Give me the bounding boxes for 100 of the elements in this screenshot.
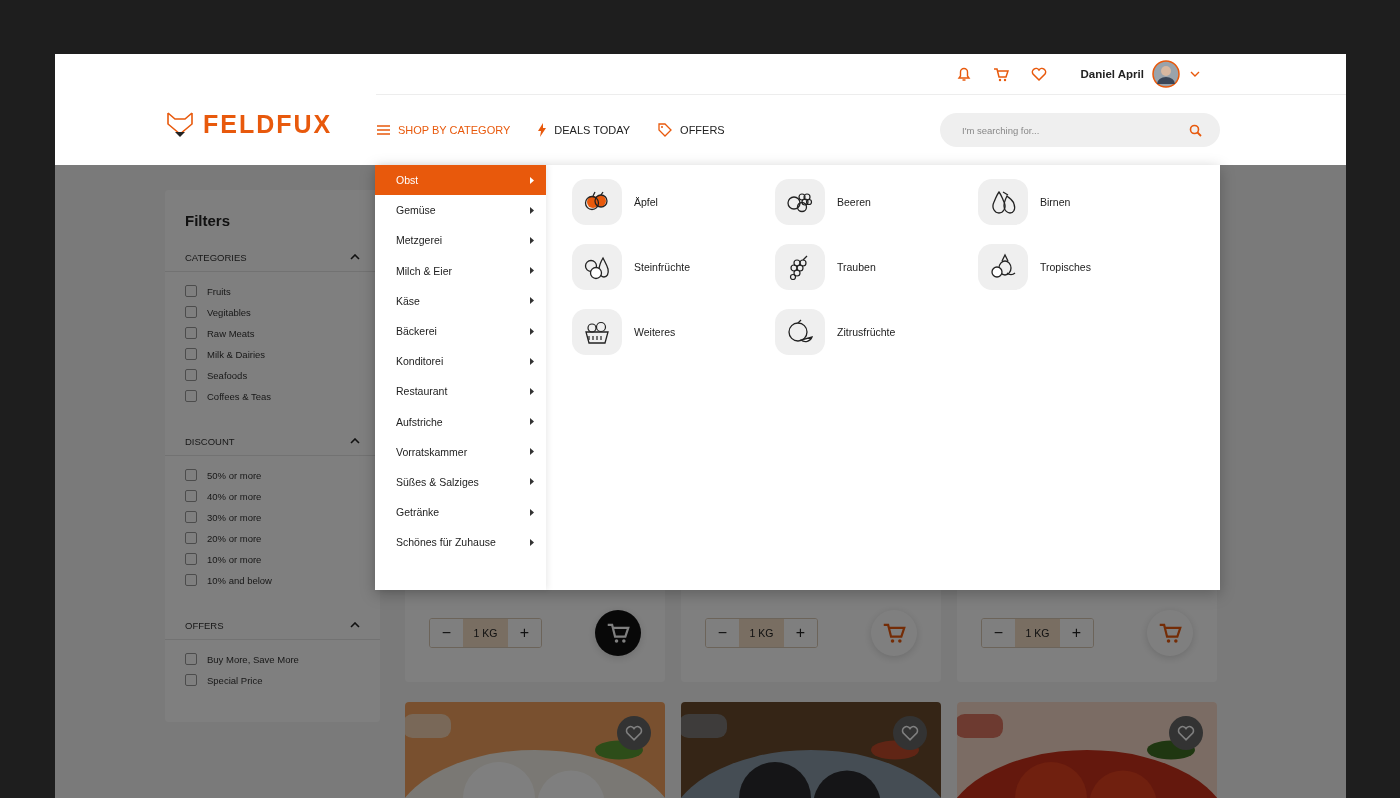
avatar-icon[interactable]: [1152, 60, 1180, 88]
cart-icon[interactable]: [992, 66, 1009, 82]
caret-icon: [530, 297, 534, 305]
category-item[interactable]: Gemüse: [375, 195, 546, 226]
filter-section-title: OFFERS: [185, 619, 224, 631]
cart-icon: [1158, 622, 1182, 644]
caret-icon: [530, 236, 534, 244]
chevron-up-icon[interactable]: [350, 254, 360, 260]
subcategory-tile[interactable]: [775, 244, 825, 290]
subcategory-link[interactable]: Äpfel: [634, 196, 658, 208]
caret-icon: [530, 508, 534, 516]
filter-option-label: 10% and below: [207, 574, 272, 586]
subcategory-link[interactable]: Beeren: [837, 196, 871, 208]
heart-icon: [1177, 725, 1195, 741]
filter-option-label: Seafoods: [207, 369, 248, 381]
subcategory-tile[interactable]: [978, 244, 1028, 290]
checkbox[interactable]: [185, 390, 197, 402]
subcategory-tile[interactable]: [775, 309, 825, 355]
heart-icon[interactable]: [1030, 67, 1047, 81]
category-item[interactable]: Metzgerei: [375, 225, 546, 256]
search-icon[interactable]: [1189, 124, 1202, 137]
caret-icon: [530, 387, 534, 395]
caret-icon: [530, 327, 534, 335]
nav-link[interactable]: SHOP BY CATEGORY: [377, 124, 511, 136]
cart-icon: [606, 622, 630, 644]
category-item[interactable]: Konditorei: [375, 346, 546, 377]
filter-option-label: Fruits: [207, 285, 231, 297]
filter-option-label: Buy More, Save More: [207, 653, 299, 665]
checkbox[interactable]: [185, 348, 197, 360]
subcategory-tile[interactable]: [572, 244, 622, 290]
checkbox[interactable]: [185, 469, 197, 481]
checkbox[interactable]: [185, 327, 197, 339]
subcategory-link[interactable]: Weiteres: [634, 326, 676, 338]
filter-option-label: Milk & Dairies: [207, 348, 266, 360]
add-to-cart-button[interactable]: [595, 610, 641, 656]
subcategory-tile[interactable]: [572, 309, 622, 355]
subcategory-link[interactable]: Tropisches: [1040, 261, 1091, 273]
nav-link[interactable]: DEALS TODAY: [538, 123, 631, 137]
logo[interactable]: FELDFUX: [55, 54, 376, 165]
subcategory-link[interactable]: Birnen: [1040, 196, 1071, 208]
category-item[interactable]: Käse: [375, 285, 546, 316]
category-item[interactable]: Restaurant: [375, 376, 546, 407]
nav-link[interactable]: OFFERS: [658, 123, 725, 137]
caret-icon: [530, 478, 534, 486]
checkbox[interactable]: [185, 574, 197, 586]
checkbox[interactable]: [185, 553, 197, 565]
bell-icon[interactable]: [956, 66, 971, 82]
checkbox[interactable]: [185, 490, 197, 502]
checkbox[interactable]: [185, 653, 197, 665]
heart-icon: [901, 725, 919, 741]
caret-icon: [530, 538, 534, 546]
category-item[interactable]: Getränke: [375, 497, 546, 528]
category-item[interactable]: Bäckerei: [375, 315, 546, 347]
checkbox[interactable]: [185, 511, 197, 523]
cart-icon: [882, 622, 906, 644]
category-item[interactable]: Obst: [375, 165, 546, 196]
user-name[interactable]: Daniel April: [1080, 68, 1144, 80]
checkbox[interactable]: [185, 306, 197, 318]
checkbox[interactable]: [185, 369, 197, 381]
brand-name: FELDFUX: [203, 110, 333, 139]
menu-icon: [377, 125, 390, 135]
checkbox[interactable]: [185, 285, 197, 297]
chevron-up-icon[interactable]: [350, 622, 360, 628]
caret-icon: [530, 418, 534, 426]
quantity-value: 1 KG: [739, 619, 784, 647]
checkbox[interactable]: [185, 532, 197, 544]
caret-icon: [530, 357, 534, 365]
category-item[interactable]: Aufstriche: [375, 406, 546, 437]
filter-option-label: Vegitables: [207, 306, 251, 318]
checkbox[interactable]: [185, 674, 197, 686]
quantity-value: 1 KG: [463, 619, 508, 647]
subcategory-tile[interactable]: [572, 179, 622, 225]
subcategory-link[interactable]: Trauben: [837, 261, 876, 273]
filter-option-label: Special Price: [207, 674, 263, 686]
category-item[interactable]: Milch & Eier: [375, 255, 546, 286]
caret-icon: [530, 267, 534, 275]
filter-option-label: 30% or more: [207, 511, 262, 523]
filters-title: Filters: [185, 212, 231, 229]
subcategory-link[interactable]: Zitrusfrüchte: [837, 326, 896, 338]
category-item[interactable]: Süßes & Salziges: [375, 466, 546, 498]
caret-icon: [530, 206, 534, 214]
filter-option-label: 40% or more: [207, 490, 262, 502]
filter-option-label: Raw Meats: [207, 327, 255, 339]
subcategory-link[interactable]: Steinfrüchte: [634, 261, 691, 273]
subcategory-tile[interactable]: [775, 179, 825, 225]
add-to-cart-button[interactable]: [1147, 610, 1193, 656]
quantity-value: 1 KG: [1015, 619, 1060, 647]
tag-icon: [658, 123, 673, 137]
filter-option-label: 50% or more: [207, 469, 262, 481]
caret-icon: [530, 176, 534, 184]
filter-section-title: CATEGORIES: [185, 251, 247, 263]
add-to-cart-button[interactable]: [871, 610, 917, 656]
lightning-icon: [538, 123, 547, 137]
category-item[interactable]: Vorratskammer: [375, 436, 546, 467]
chevron-up-icon[interactable]: [350, 438, 360, 444]
category-item[interactable]: Schönes für Zuhause: [375, 527, 546, 558]
filter-option-label: 10% or more: [207, 553, 262, 565]
subcategory-tile[interactable]: [978, 179, 1028, 225]
search-field[interactable]: I'm searching for...: [940, 113, 1220, 147]
chevron-down-icon[interactable]: [1190, 71, 1200, 77]
